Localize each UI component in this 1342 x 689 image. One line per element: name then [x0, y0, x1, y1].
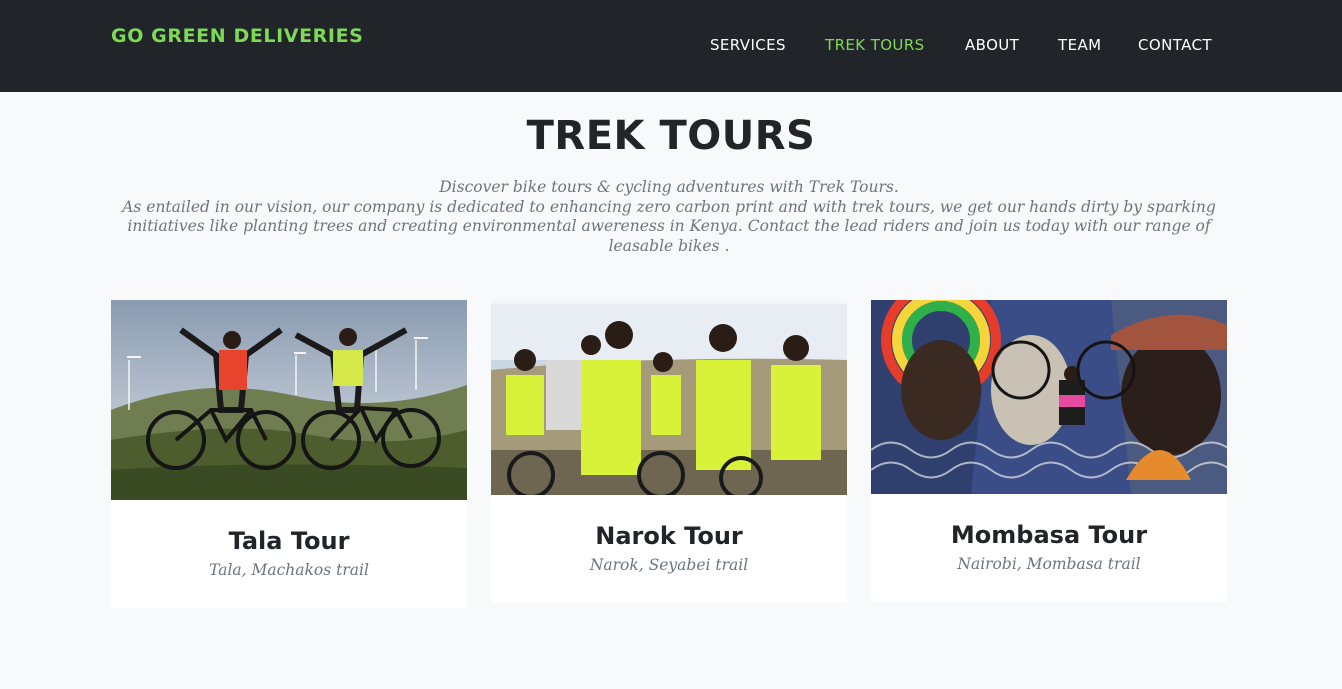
tour-card-narok[interactable]: Narok Tour Narok, Seyabei trail — [491, 300, 847, 603]
tour-title: Mombasa Tour — [950, 521, 1148, 549]
tour-title: Tala Tour — [228, 527, 350, 555]
nav-link-services[interactable]: SERVICES — [710, 36, 786, 54]
navbar: GO GREEN DELIVERIES SERVICES TREK TOURS … — [0, 0, 1342, 92]
cyclists-hilltop-photo — [111, 300, 467, 500]
tour-card-tala[interactable]: Tala Tour Tala, Machakos trail — [111, 300, 467, 608]
tour-card-mombasa[interactable]: Mombasa Tour Nairobi, Mombasa trail — [871, 300, 1227, 602]
tour-subtitle: Tala, Machakos trail — [209, 561, 369, 579]
tour-subtitle: Narok, Seyabei trail — [589, 556, 749, 574]
nav-link-about[interactable]: ABOUT — [965, 36, 1019, 54]
section-intro: Discover bike tours & cycling adventures… — [111, 178, 1227, 256]
nav-link-team[interactable]: TEAM — [1058, 36, 1101, 54]
nav-link-contact[interactable]: CONTACT — [1138, 36, 1212, 54]
nav-link-trek-tours[interactable]: TREK TOURS — [825, 36, 925, 54]
section-heading: TREK TOURS — [526, 113, 816, 159]
cyclists-group-photo — [491, 300, 847, 495]
intro-line-1: Discover bike tours & cycling adventures… — [439, 178, 899, 196]
tour-title: Narok Tour — [595, 522, 743, 550]
tour-subtitle: Nairobi, Mombasa trail — [957, 555, 1141, 573]
intro-line-2: As entailed in our vision, our company i… — [122, 197, 1216, 255]
cyclist-mural-photo — [871, 300, 1227, 494]
main-nav: SERVICES TREK TOURS ABOUT TEAM CONTACT — [0, 36, 1342, 56]
